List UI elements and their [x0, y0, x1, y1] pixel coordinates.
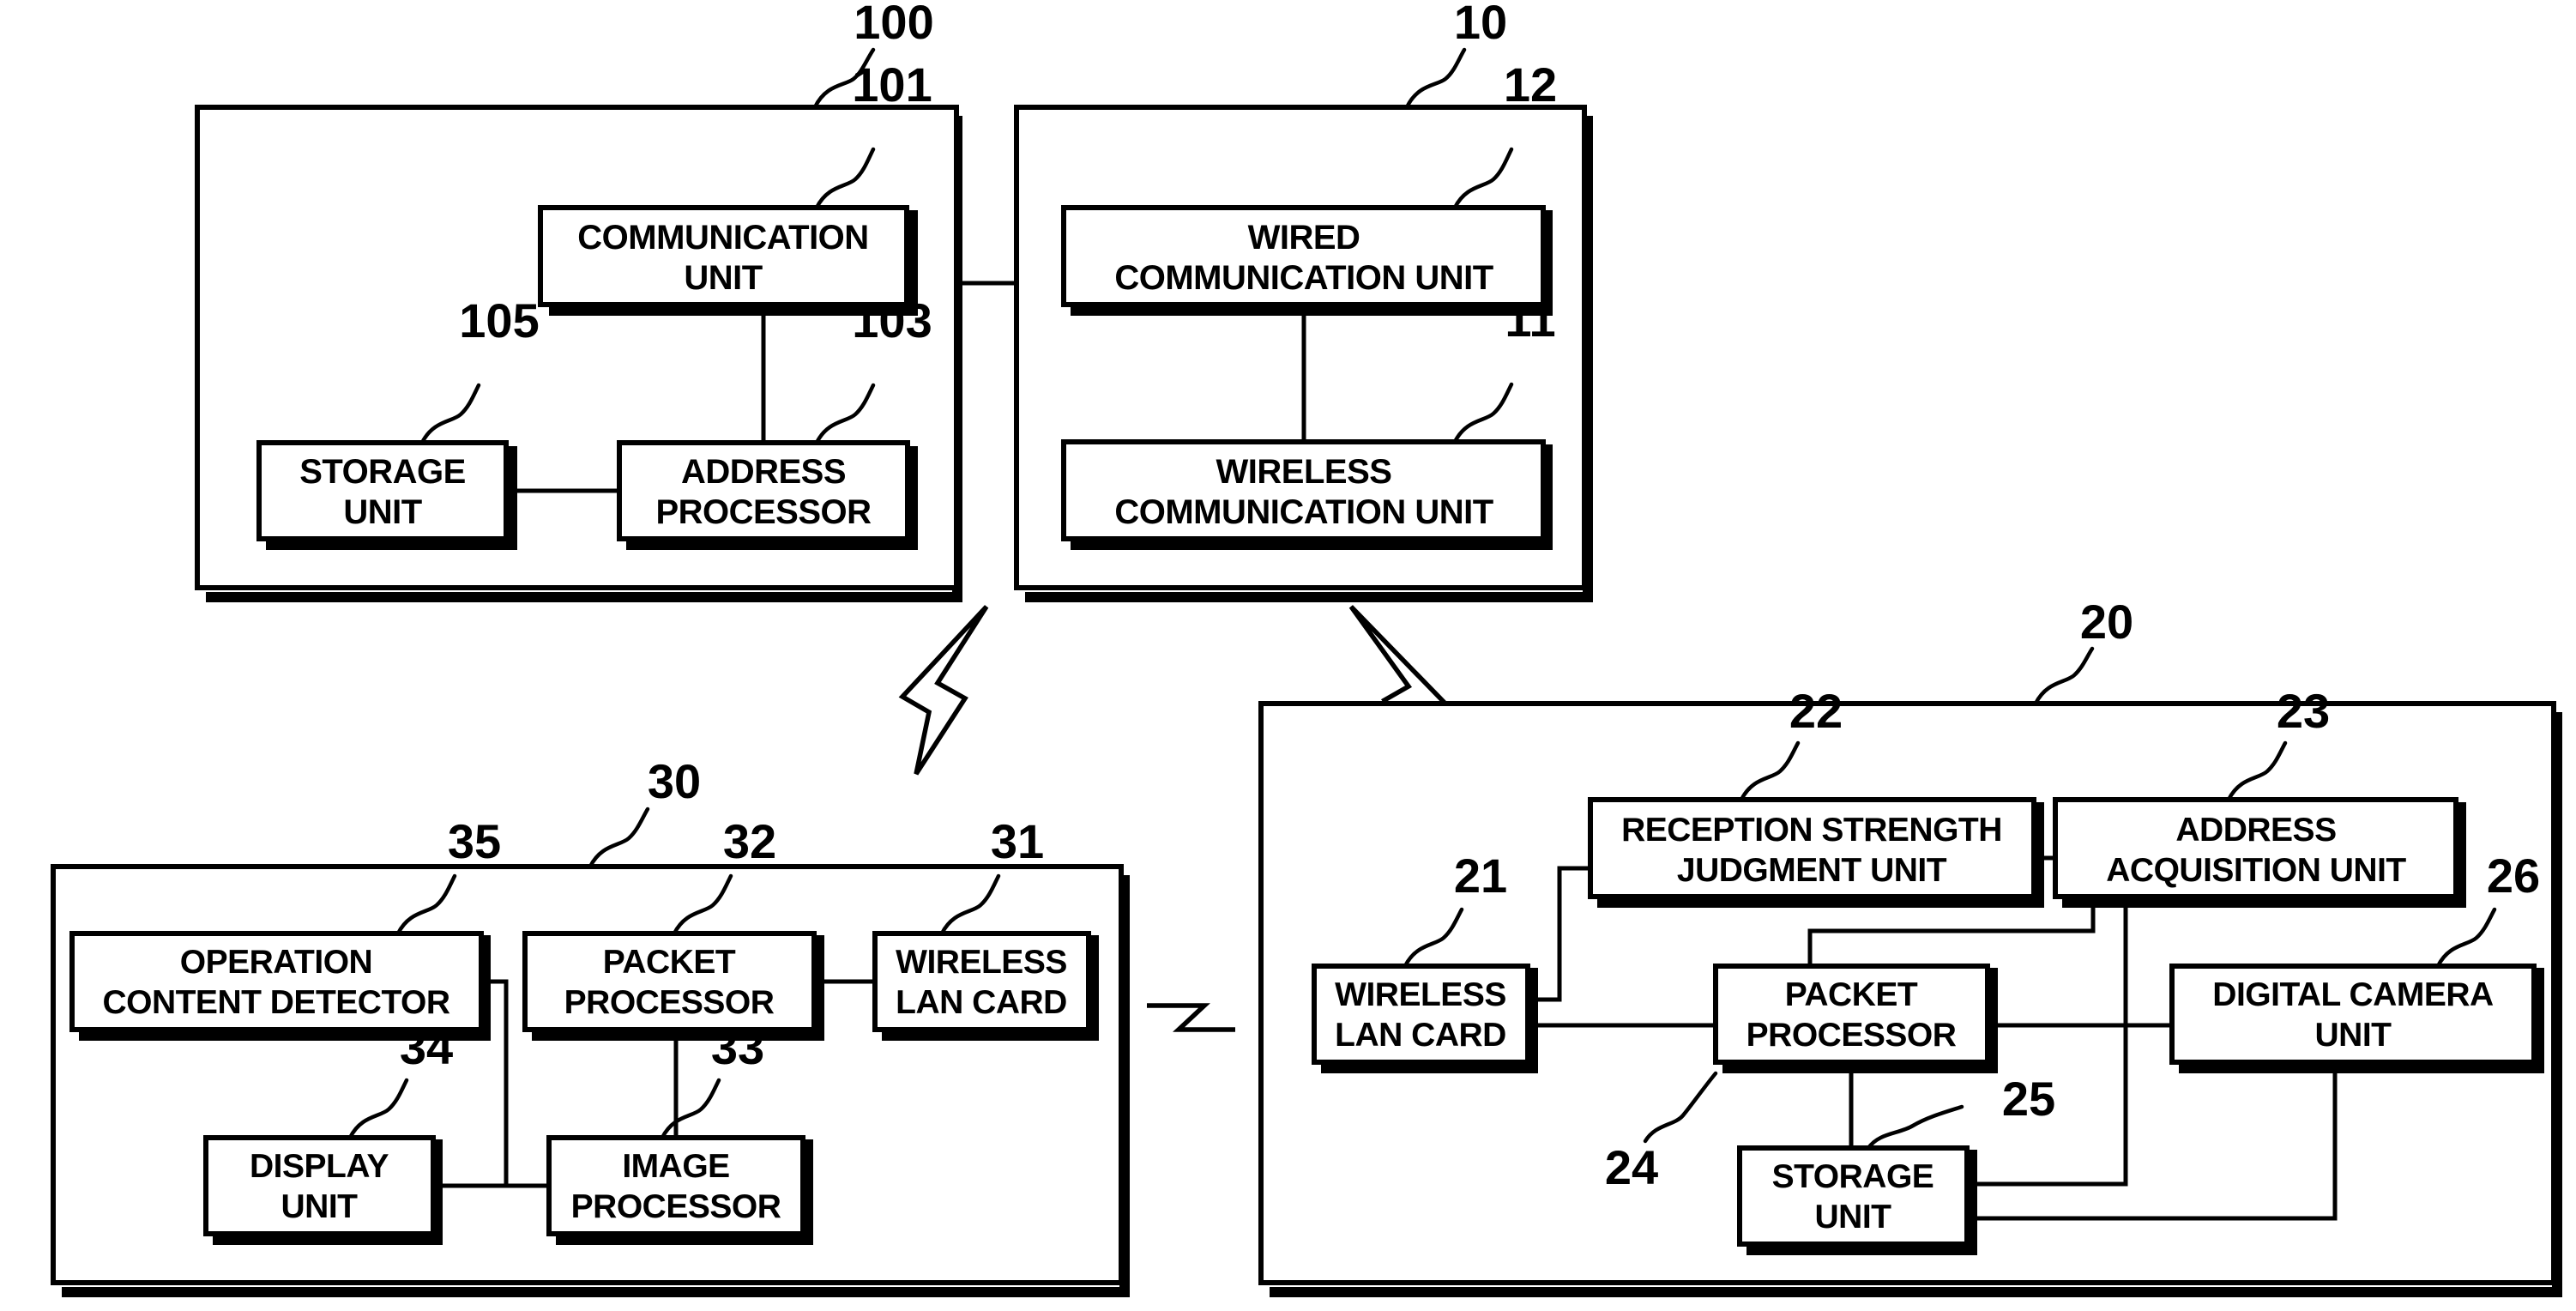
wireless-lan-card-21-label-line1: WIRELESS: [1335, 976, 1506, 1013]
display-unit-label-line1: DISPLAY: [250, 1148, 389, 1185]
packet-processor-30-block[interactable]: PACKET PROCESSOR: [522, 931, 824, 1041]
ref-12-number: 12: [1504, 57, 1557, 112]
display-unit-block[interactable]: DISPLAY UNIT: [203, 1135, 443, 1245]
wireless-communication-unit-label-line2: COMMUNICATION UNIT: [1114, 493, 1493, 531]
operation-content-detector-label-line1: OPERATION: [180, 944, 372, 981]
ref-20: 20: [2033, 595, 2133, 706]
ref-30: 30: [588, 754, 701, 869]
communication-unit-label-line2: UNIT: [684, 259, 762, 297]
wireless-lan-card-21-label-line2: LAN CARD: [1335, 1017, 1506, 1054]
ref-33-number: 33: [711, 1020, 764, 1074]
digital-camera-unit-label-line1: DIGITAL CAMERA: [2212, 976, 2494, 1013]
ref-23-number: 23: [2277, 684, 2330, 738]
address-processor-label-line1: ADDRESS: [681, 453, 846, 491]
address-acquisition-unit-block[interactable]: ADDRESS ACQUISITION UNIT: [2053, 797, 2466, 908]
ref-20-number: 20: [2080, 595, 2133, 649]
address-processor-block[interactable]: ADDRESS PROCESSOR: [617, 440, 918, 550]
storage-unit-20-block[interactable]: STORAGE UNIT: [1737, 1145, 1977, 1255]
storage-unit-100-label-line2: UNIT: [343, 493, 421, 531]
packet-processor-20-label-line1: PACKET: [1785, 976, 1918, 1013]
wireless-communication-unit-label-line1: WIRELESS: [1216, 453, 1392, 491]
ref-101-number: 101: [852, 57, 932, 112]
packet-processor-30-label-line1: PACKET: [603, 944, 736, 981]
ref-10-number: 10: [1454, 0, 1507, 49]
image-processor-block[interactable]: IMAGE PROCESSOR: [546, 1135, 813, 1245]
ref-100-number: 100: [854, 0, 933, 49]
reception-strength-judgment-unit-label-line1: RECEPTION STRENGTH: [1621, 812, 2002, 849]
ref-26-number: 26: [2487, 849, 2540, 903]
digital-camera-unit-block[interactable]: DIGITAL CAMERA UNIT: [2169, 964, 2544, 1073]
ref-105-number: 105: [459, 293, 539, 347]
wireless-bolt-terminal-to-camera: [1147, 1003, 1235, 1032]
figure-canvas: COMMUNICATION UNIT ADDRESS PROCESSOR STO…: [0, 0, 2576, 1311]
packet-processor-30-label-line2: PROCESSOR: [564, 984, 775, 1021]
wireless-lan-card-31-block[interactable]: WIRELESS LAN CARD: [872, 931, 1099, 1041]
address-acquisition-unit-label-line2: ACQUISITION UNIT: [2106, 852, 2406, 889]
ref-11-number: 11: [1505, 293, 1555, 347]
ref-24-number: 24: [1605, 1140, 1658, 1194]
packet-processor-20-block[interactable]: PACKET PROCESSOR: [1713, 964, 1998, 1073]
ref-32-number: 32: [723, 814, 776, 868]
wireless-lan-card-21-block[interactable]: WIRELESS LAN CARD: [1312, 964, 1538, 1073]
wired-communication-unit-label-line2: COMMUNICATION UNIT: [1114, 259, 1493, 297]
ref-10: 10: [1404, 0, 1507, 110]
operation-content-detector-label-line2: CONTENT DETECTOR: [102, 984, 449, 1021]
ref-35-number: 35: [448, 814, 501, 868]
image-processor-label-line2: PROCESSOR: [571, 1188, 781, 1225]
wireless-lan-card-31-label-line2: LAN CARD: [896, 984, 1067, 1021]
ref-30-number: 30: [648, 754, 701, 808]
storage-unit-100-block[interactable]: STORAGE UNIT: [256, 440, 517, 550]
ref-25-number: 25: [2002, 1072, 2055, 1126]
ref-103-number: 103: [852, 293, 932, 347]
address-acquisition-unit-label-line1: ADDRESS: [2175, 812, 2336, 849]
display-unit-label-line2: UNIT: [281, 1188, 359, 1225]
reception-strength-judgment-unit-label-line2: JUDGMENT UNIT: [1677, 852, 1947, 889]
ref-21-number: 21: [1454, 849, 1507, 903]
storage-unit-20-label-line2: UNIT: [1815, 1199, 1892, 1235]
ref-22-number: 22: [1789, 684, 1843, 738]
wireless-lan-card-31-label-line1: WIRELESS: [896, 944, 1067, 981]
ref-34-number: 34: [400, 1020, 453, 1074]
ref-31-number: 31: [991, 814, 1044, 868]
reception-strength-judgment-unit-block[interactable]: RECEPTION STRENGTH JUDGMENT UNIT: [1588, 797, 2044, 908]
image-processor-label-line1: IMAGE: [622, 1148, 729, 1185]
communication-unit-label-line1: COMMUNICATION: [577, 219, 868, 257]
storage-unit-20-label-line1: STORAGE: [1772, 1158, 1934, 1195]
packet-processor-20-label-line2: PROCESSOR: [1746, 1017, 1957, 1054]
wired-communication-unit-label-line1: WIRED: [1248, 219, 1360, 257]
digital-camera-unit-label-line2: UNIT: [2315, 1017, 2392, 1054]
wireless-communication-unit-block[interactable]: WIRELESS COMMUNICATION UNIT: [1061, 439, 1553, 550]
wired-communication-unit-block[interactable]: WIRED COMMUNICATION UNIT: [1061, 205, 1553, 316]
wireless-bolt-to-terminal: [898, 605, 989, 776]
address-processor-label-line2: PROCESSOR: [655, 493, 872, 531]
storage-unit-100-label-line1: STORAGE: [299, 453, 466, 491]
